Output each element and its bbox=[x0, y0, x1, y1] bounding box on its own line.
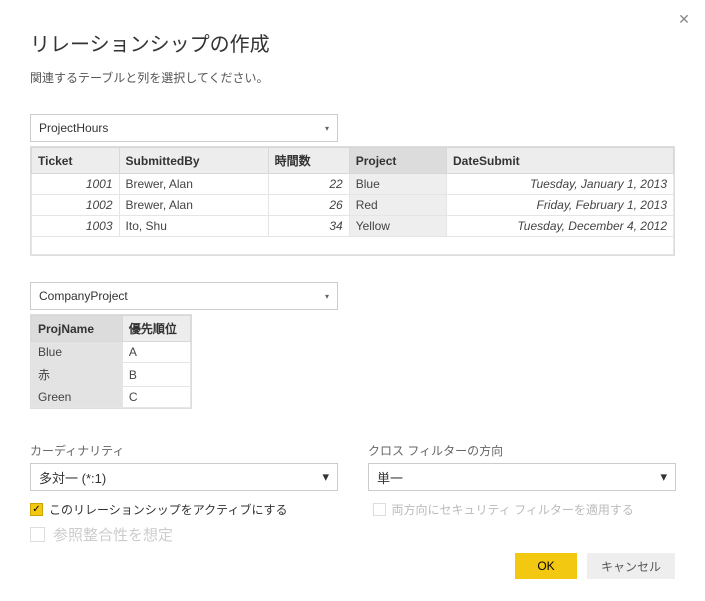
table1-header[interactable]: 時間数 bbox=[268, 148, 349, 174]
table1-header[interactable]: Project bbox=[349, 148, 446, 174]
cancel-button[interactable]: キャンセル bbox=[587, 553, 675, 579]
table1-header[interactable]: Ticket bbox=[32, 148, 120, 174]
table-row-empty bbox=[32, 237, 674, 255]
security-filter-label: 両方向にセキュリティ フィルターを適用する bbox=[392, 501, 634, 518]
table-row[interactable]: Green C bbox=[32, 387, 191, 408]
create-relationship-dialog: ✕ リレーションシップの作成 関連するテーブルと列を選択してください。 Proj… bbox=[0, 0, 705, 563]
dialog-title: リレーションシップの作成 bbox=[30, 28, 675, 57]
table2-preview: ProjName 優先順位 Blue A 赤 B Green C bbox=[30, 314, 192, 409]
checkbox-icon bbox=[373, 503, 386, 516]
chevron-down-icon: ▾ bbox=[322, 469, 329, 485]
table2-select-value: CompanyProject bbox=[39, 289, 128, 303]
table2-header[interactable]: ProjName bbox=[32, 316, 123, 342]
assume-integrity-label: 参照整合性を想定 bbox=[53, 524, 173, 545]
table2-select[interactable]: CompanyProject ▾ bbox=[30, 282, 338, 310]
table1-header[interactable]: DateSubmit bbox=[446, 148, 673, 174]
chevron-down-icon: ▾ bbox=[325, 292, 329, 301]
close-icon: ✕ bbox=[678, 11, 690, 27]
security-filter-checkbox: 両方向にセキュリティ フィルターを適用する bbox=[373, 501, 676, 518]
checkbox-row: ✓ このリレーションシップをアクティブにする 参照整合性を想定 両方向にセキュリ… bbox=[30, 501, 675, 545]
cardinality-label: カーディナリティ bbox=[30, 442, 338, 459]
dialog-subtitle: 関連するテーブルと列を選択してください。 bbox=[30, 69, 675, 86]
ok-button[interactable]: OK bbox=[515, 553, 577, 579]
checkbox-icon: ✓ bbox=[30, 503, 43, 516]
cardinality-value: 多対一 (*:1) bbox=[39, 468, 106, 487]
table-row[interactable]: Blue A bbox=[32, 342, 191, 363]
table1-select[interactable]: ProjectHours ▾ bbox=[30, 114, 338, 142]
table-row[interactable]: 1003 Ito, Shu 34 Yellow Tuesday, Decembe… bbox=[32, 216, 674, 237]
close-button[interactable]: ✕ bbox=[675, 10, 693, 28]
dialog-buttons: OK キャンセル bbox=[515, 553, 675, 579]
table-row[interactable]: 1002 Brewer, Alan 26 Red Friday, Februar… bbox=[32, 195, 674, 216]
table-row[interactable]: 1001 Brewer, Alan 22 Blue Tuesday, Janua… bbox=[32, 174, 674, 195]
checkbox-icon bbox=[30, 527, 45, 542]
table1-select-value: ProjectHours bbox=[39, 121, 108, 135]
table-row[interactable]: 赤 B bbox=[32, 363, 191, 387]
chevron-down-icon: ▾ bbox=[660, 469, 667, 485]
active-relationship-checkbox[interactable]: ✓ このリレーションシップをアクティブにする bbox=[30, 501, 333, 518]
table2-header[interactable]: 優先順位 bbox=[122, 316, 190, 342]
crossfilter-value: 単一 bbox=[377, 468, 403, 487]
crossfilter-label: クロス フィルターの方向 bbox=[368, 442, 676, 459]
table1-header[interactable]: SubmittedBy bbox=[119, 148, 268, 174]
options-row: カーディナリティ 多対一 (*:1) ▾ クロス フィルターの方向 単一 ▾ bbox=[30, 442, 675, 491]
chevron-down-icon: ▾ bbox=[325, 124, 329, 133]
crossfilter-select[interactable]: 単一 ▾ bbox=[368, 463, 676, 491]
assume-integrity-checkbox: 参照整合性を想定 bbox=[30, 524, 333, 545]
active-relationship-label: このリレーションシップをアクティブにする bbox=[49, 501, 288, 518]
table1-preview: Ticket SubmittedBy 時間数 Project DateSubmi… bbox=[30, 146, 675, 256]
cardinality-select[interactable]: 多対一 (*:1) ▾ bbox=[30, 463, 338, 491]
